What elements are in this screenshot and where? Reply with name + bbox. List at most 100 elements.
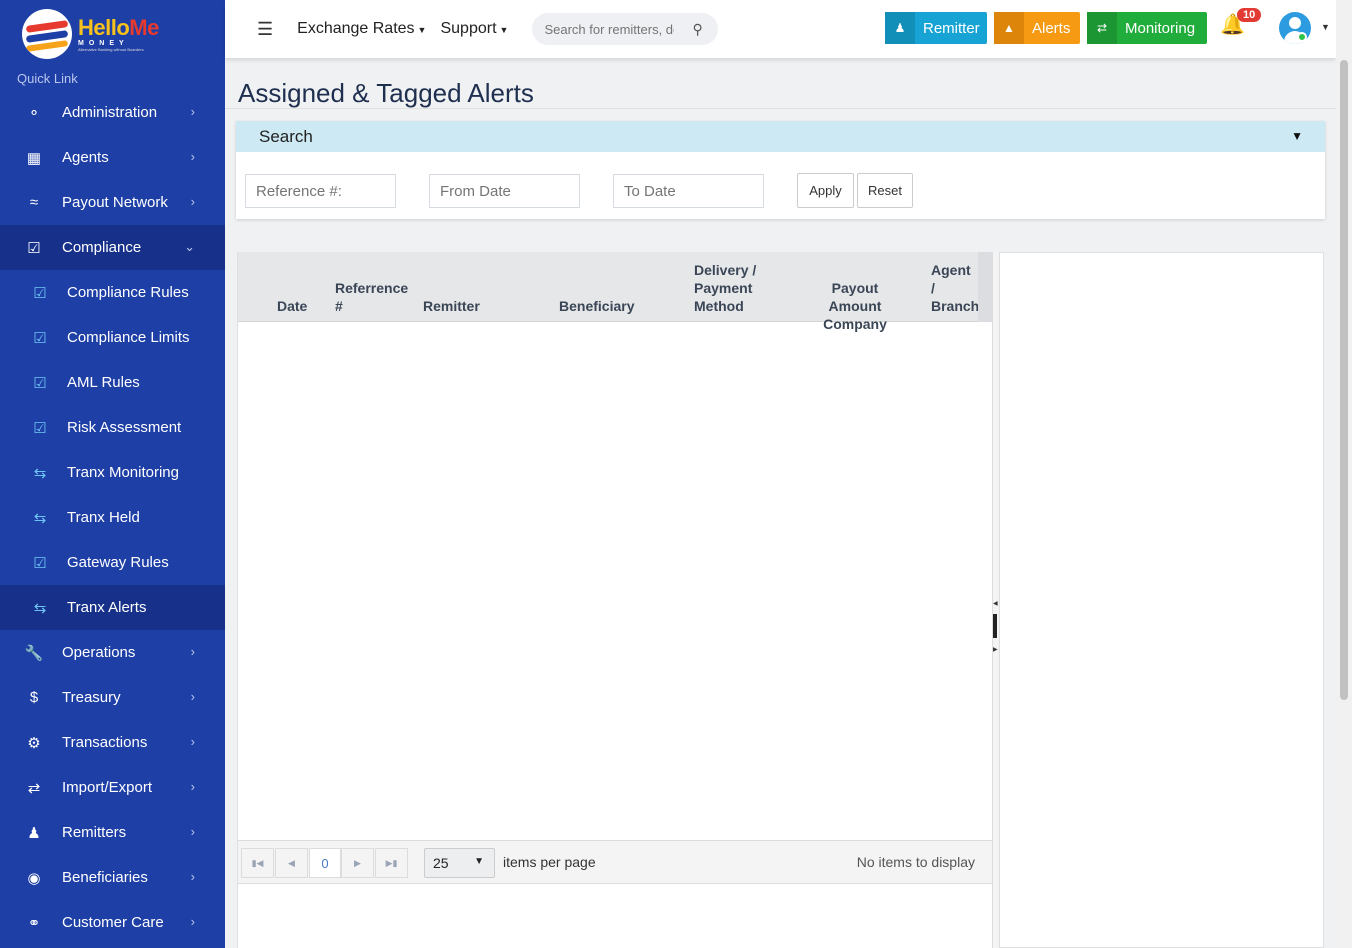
sidebar-item-beneficiaries[interactable]: ◉ Beneficiaries ›: [0, 855, 225, 900]
sidebar-item-label: Compliance: [62, 239, 142, 256]
alerts-grid: Date Referrence # Remitter Beneficiary D…: [237, 252, 993, 948]
topbar: ☰ Exchange Rates▼ Support▼ ⚲ ♟ Remitter …: [225, 0, 1336, 58]
caret-down-icon[interactable]: ▼: [1321, 22, 1330, 32]
remitter-button[interactable]: ♟ Remitter: [885, 12, 987, 44]
sidebar-sub-tranx-alerts[interactable]: ⇆ Tranx Alerts: [0, 585, 225, 630]
last-page-icon[interactable]: ▶▮: [375, 848, 408, 878]
sidebar-sub-label: Gateway Rules: [67, 554, 169, 571]
exchange-arrows-icon: ⇆: [33, 509, 47, 527]
sidebar-item-agents[interactable]: ▦ Agents ›: [0, 135, 225, 180]
chevron-right-icon: ›: [190, 869, 195, 884]
sidebar-sub-tranx-monitoring[interactable]: ⇆ Tranx Monitoring: [0, 450, 225, 495]
sidebar-sub-gateway-rules[interactable]: ☑ Gateway Rules: [0, 540, 225, 585]
brand-tagline: Alternative Banking without Boarders: [78, 46, 144, 52]
caret-down-icon: ▼: [474, 856, 484, 867]
collapse-right-icon[interactable]: ▶: [993, 646, 998, 653]
search-icon[interactable]: ⚲: [692, 21, 702, 38]
menu-exchange-rates[interactable]: Exchange Rates ▼: [297, 20, 426, 38]
title-divider: [225, 108, 1336, 109]
next-page-icon[interactable]: ▶: [341, 848, 374, 878]
sidebar-item-compliance[interactable]: ☑ Compliance ⌄: [0, 225, 225, 270]
gears-icon: ⚙: [27, 734, 41, 752]
sidebar-item-customer-care[interactable]: ⚭ Customer Care ›: [0, 900, 225, 945]
user-icon: ♟: [885, 12, 915, 44]
apply-button[interactable]: Apply: [797, 173, 854, 208]
handshake-icon: ≈: [29, 194, 39, 211]
sidebar: HelloMe MONEY Alternative Banking withou…: [0, 0, 225, 948]
sidebar-sub-label: Risk Assessment: [67, 419, 182, 436]
col-header-delivery-line2: Payment: [694, 280, 753, 296]
chevron-right-icon: ›: [190, 779, 195, 794]
check-square-icon: ☑: [27, 239, 41, 257]
col-header-date[interactable]: Date: [277, 297, 307, 315]
chevron-right-icon: ›: [190, 149, 195, 164]
chevron-right-icon: ›: [190, 104, 195, 119]
sidebar-sub-risk-assessment[interactable]: ☑ Risk Assessment: [0, 405, 225, 450]
sidebar-item-operations[interactable]: 🔧 Operations ›: [0, 630, 225, 675]
pager-status: No items to display: [856, 854, 975, 870]
sidebar-sub-label: Tranx Alerts: [67, 599, 147, 616]
sidebar-sub-tranx-held[interactable]: ⇆ Tranx Held: [0, 495, 225, 540]
chevron-right-icon: ›: [190, 194, 195, 209]
sidebar-sub-label: Compliance Limits: [67, 329, 190, 346]
col-header-delivery-line3: Method: [694, 298, 744, 314]
col-header-agent-branch[interactable]: Agent / Branch: [931, 261, 979, 315]
brand-logo[interactable]: HelloMe MONEY Alternative Banking withou…: [0, 0, 225, 68]
reset-button[interactable]: Reset: [857, 173, 913, 208]
hamburger-menu-icon[interactable]: ☰: [257, 19, 273, 40]
chevron-right-icon: ›: [190, 824, 195, 839]
chevron-right-icon: ›: [190, 644, 195, 659]
col-header-remitter[interactable]: Remitter: [423, 297, 480, 315]
from-date-input[interactable]: [429, 174, 580, 208]
online-status-dot: [1297, 32, 1307, 42]
monitoring-button[interactable]: ⇄ Monitoring: [1087, 12, 1207, 44]
sidebar-item-treasury[interactable]: $ Treasury ›: [0, 675, 225, 720]
dollar-icon: $: [29, 689, 39, 706]
to-date-input[interactable]: [613, 174, 764, 208]
check-square-icon: ☑: [33, 284, 47, 302]
pane-splitter[interactable]: ◀ ▶: [992, 252, 998, 948]
caret-down-icon[interactable]: ▼: [1291, 129, 1303, 143]
building-icon: ▦: [26, 149, 42, 167]
menu-exchange-rates-label: Exchange Rates: [297, 20, 415, 37]
caret-down-icon: ▼: [417, 25, 427, 35]
alerts-button[interactable]: ▲ Alerts: [994, 12, 1080, 44]
search-panel-title: Search: [259, 126, 313, 146]
collapse-left-icon[interactable]: ◀: [993, 600, 998, 607]
sidebar-item-administration[interactable]: ⚬ Administration ›: [0, 90, 225, 135]
sidebar-item-label: Transactions: [62, 734, 148, 751]
alerts-button-label: Alerts: [1032, 19, 1071, 37]
sidebar-item-remitters[interactable]: ♟ Remitters ›: [0, 810, 225, 855]
chevron-down-icon: ⌄: [184, 239, 195, 254]
global-search-input[interactable]: [544, 21, 675, 37]
sidebar-item-transactions[interactable]: ⚙ Transactions ›: [0, 720, 225, 765]
search-panel-header[interactable]: Search ▼: [236, 121, 1325, 152]
splitter-handle[interactable]: [993, 614, 997, 638]
page-scrollbar[interactable]: [1336, 0, 1352, 948]
scrollbar-thumb[interactable]: [1340, 60, 1348, 700]
reference-input[interactable]: [245, 174, 396, 208]
sidebar-sub-label: Compliance Rules: [67, 284, 189, 301]
remitter-button-label: Remitter: [923, 19, 980, 37]
col-header-delivery-method[interactable]: Delivery / Payment Method: [694, 261, 756, 315]
settings-icon: ⚬: [27, 104, 41, 122]
sidebar-sub-compliance-limits[interactable]: ☑ Compliance Limits: [0, 315, 225, 360]
notification-badge: 10: [1237, 8, 1262, 22]
warning-icon: ▲: [994, 12, 1024, 44]
col-header-reference[interactable]: Referrence #: [335, 279, 408, 315]
col-header-payout-line2: Amount Company: [823, 298, 887, 332]
first-page-icon[interactable]: ▮◀: [241, 848, 274, 878]
sidebar-sub-aml-rules[interactable]: ☑ AML Rules: [0, 360, 225, 405]
prev-page-icon[interactable]: ◀: [275, 848, 308, 878]
page-size-select[interactable]: 25 ▼: [424, 848, 495, 878]
current-page[interactable]: 0: [309, 848, 341, 878]
menu-support[interactable]: Support ▼: [440, 20, 508, 38]
col-header-payout[interactable]: Payout Amount Company: [795, 279, 915, 333]
search-panel: Search ▼ Apply Reset: [236, 121, 1325, 219]
sidebar-sub-compliance-rules[interactable]: ☑ Compliance Rules: [0, 270, 225, 315]
sidebar-item-import-export[interactable]: ⇄ Import/Export ›: [0, 765, 225, 810]
sidebar-item-payout-network[interactable]: ≈ Payout Network ›: [0, 180, 225, 225]
exchange-arrows-icon: ⇆: [33, 599, 47, 617]
col-header-beneficiary[interactable]: Beneficiary: [559, 297, 634, 315]
page-title: Assigned & Tagged Alerts: [238, 78, 534, 108]
